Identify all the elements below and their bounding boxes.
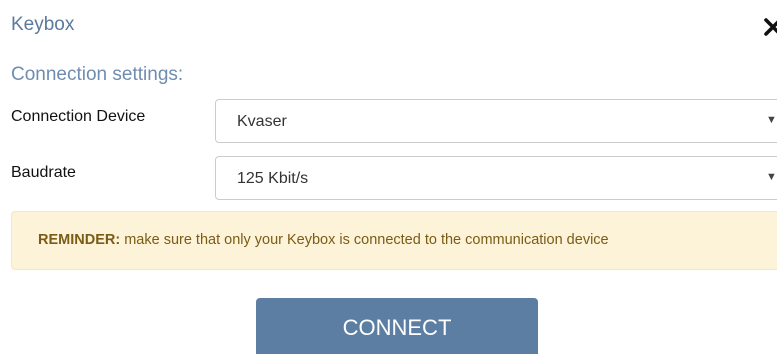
connection-device-value: Kvaser (237, 113, 287, 130)
baudrate-label: Baudrate (11, 164, 76, 181)
chevron-down-icon: ▼ (766, 171, 777, 183)
reminder-text: REMINDER: make sure that only your Keybo… (38, 232, 609, 248)
reminder-message: make sure that only your Keybox is conne… (124, 232, 609, 248)
baudrate-select[interactable]: 125 Kbit/s ▼ (215, 156, 777, 200)
chevron-down-icon: ▼ (766, 114, 777, 126)
reminder-prefix: REMINDER: (38, 232, 121, 248)
connect-button[interactable]: CONNECT (256, 298, 538, 354)
close-icon[interactable] (762, 16, 777, 38)
reminder-alert: REMINDER: make sure that only your Keybo… (11, 211, 777, 270)
baudrate-value: 125 Kbit/s (237, 170, 309, 187)
connection-device-label: Connection Device (11, 108, 146, 125)
connection-device-select[interactable]: Kvaser ▼ (215, 99, 777, 143)
dialog-title: Keybox (11, 14, 75, 35)
connect-button-label: CONNECT (342, 315, 452, 340)
section-title: Connection settings: (11, 64, 184, 85)
keybox-dialog: Keybox Connection settings: Connection D… (0, 0, 777, 354)
